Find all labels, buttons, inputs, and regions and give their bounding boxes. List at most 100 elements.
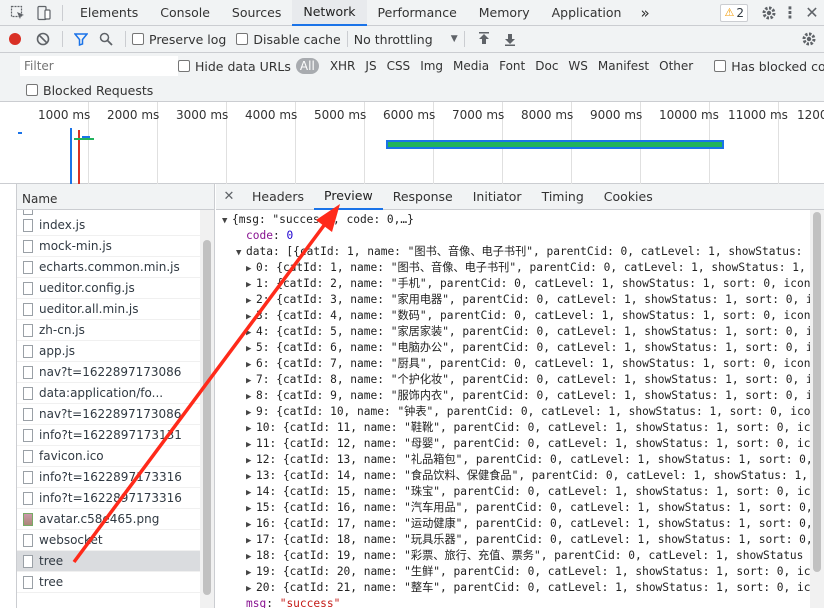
filter-icon[interactable] xyxy=(69,32,93,46)
json-array-item[interactable]: ▶ 18: {catId: 19, name: "彩票、旅行、充值、票务", pa… xyxy=(216,548,824,564)
json-array-item[interactable]: ▶ 13: {catId: 14, name: "食品饮料、保健食品", pare… xyxy=(216,468,824,484)
settings-gear-icon[interactable] xyxy=(758,5,780,21)
json-array-item[interactable]: ▶ 12: {catId: 13, name: "礼品箱包", parentCid… xyxy=(216,452,824,468)
json-array-item[interactable]: ▶ 0: {catId: 1, name: "图书、音像、电子书刊", paren… xyxy=(216,260,824,276)
json-array-item[interactable]: ▶ 17: {catId: 18, name: "玩具乐器", parentCid… xyxy=(216,532,824,548)
json-array-item[interactable]: ▶ 9: {catId: 10, name: "钟表", parentCid: 0… xyxy=(216,404,824,420)
request-row[interactable]: nav?t=1622897173086 xyxy=(17,362,214,383)
tab-memory[interactable]: Memory xyxy=(468,0,541,26)
inspect-element-icon[interactable] xyxy=(4,5,32,21)
json-array-item[interactable]: ▶ 15: {catId: 16, name: "汽车用品", parentCid… xyxy=(216,500,824,516)
request-row[interactable]: avatar.c58e465.png xyxy=(17,509,214,530)
expand-triangle-icon[interactable]: ▶ xyxy=(246,389,256,405)
json-array-item[interactable]: ▶ 1: {catId: 2, name: "手机", parentCid: 0,… xyxy=(216,276,824,292)
type-filter-css[interactable]: CSS xyxy=(383,58,415,74)
import-har-icon[interactable] xyxy=(471,32,497,46)
detail-tab-response[interactable]: Response xyxy=(383,184,463,210)
network-settings-gear-icon[interactable] xyxy=(794,31,824,47)
detail-tab-initiator[interactable]: Initiator xyxy=(463,184,532,210)
expand-triangle-icon[interactable]: ▶ xyxy=(246,453,256,469)
expand-triangle-icon[interactable]: ▶ xyxy=(246,581,256,597)
tab-elements[interactable]: Elements xyxy=(69,0,149,26)
json-array-item[interactable]: ▶ 8: {catId: 9, name: "服饰内衣", parentCid: … xyxy=(216,388,824,404)
search-icon[interactable] xyxy=(93,32,119,46)
detail-tab-headers[interactable]: Headers xyxy=(242,184,314,210)
request-row[interactable]: tree xyxy=(17,572,214,593)
expand-triangle-icon[interactable]: ▶ xyxy=(246,517,256,533)
detail-tab-cookies[interactable]: Cookies xyxy=(594,184,663,210)
request-row[interactable]: info?t=1622897173131 xyxy=(17,425,214,446)
json-array-item[interactable]: ▶ 10: {catId: 11, name: "鞋靴", parentCid: … xyxy=(216,420,824,436)
timeline-overview[interactable]: 1000 ms 2000 ms 3000 ms 4000 ms 5000 ms 6000 … xyxy=(0,102,824,184)
expand-triangle-icon[interactable]: ▶ xyxy=(246,357,256,373)
expand-triangle-icon[interactable]: ▶ xyxy=(246,405,256,421)
expand-triangle-icon[interactable]: ▶ xyxy=(246,293,256,309)
expand-triangle-icon[interactable]: ▶ xyxy=(246,309,256,325)
expand-triangle-icon[interactable]: ▶ xyxy=(246,469,256,485)
request-row[interactable]: data:application/fo... xyxy=(17,383,214,404)
warnings-badge[interactable]: ⚠ 2 xyxy=(720,3,748,22)
filter-input[interactable] xyxy=(20,56,178,76)
request-row[interactable]: mock-min.js xyxy=(17,236,214,257)
type-filter-ws[interactable]: WS xyxy=(564,58,591,74)
request-row[interactable]: echarts.common.min.js xyxy=(17,257,214,278)
close-detail-icon[interactable]: ✕ xyxy=(216,189,242,204)
throttling-select[interactable]: No throttling ▼ xyxy=(354,32,458,47)
type-filter-manifest[interactable]: Manifest xyxy=(594,58,653,74)
preview-scrollbar[interactable] xyxy=(810,210,824,608)
detail-tab-preview[interactable]: Preview xyxy=(314,184,383,210)
export-har-icon[interactable] xyxy=(497,32,523,46)
more-options-icon[interactable]: ⋮ xyxy=(780,3,800,22)
checkbox-box[interactable] xyxy=(714,60,727,72)
expand-triangle-icon[interactable]: ▶ xyxy=(246,421,256,437)
json-array-item[interactable]: ▶ 11: {catId: 12, name: "母婴", parentCid: … xyxy=(216,436,824,452)
expand-triangle-icon[interactable]: ▶ xyxy=(246,565,256,581)
collapse-triangle-icon[interactable]: ▼ xyxy=(222,213,232,229)
preserve-log-checkbox[interactable]: Preserve log xyxy=(132,32,226,47)
blocked-requests-checkbox[interactable]: Blocked Requests xyxy=(26,83,153,98)
json-array-item[interactable]: ▶ 4: {catId: 5, name: "家居家装", parentCid: … xyxy=(216,324,824,340)
request-row[interactable]: info?t=1622897173316 xyxy=(17,467,214,488)
detail-tab-timing[interactable]: Timing xyxy=(532,184,594,210)
request-row[interactable]: favicon.ico xyxy=(17,446,214,467)
expand-triangle-icon[interactable]: ▶ xyxy=(246,373,256,389)
collapse-triangle-icon[interactable]: ▼ xyxy=(236,245,246,261)
request-row[interactable]: index.js xyxy=(17,215,214,236)
json-array-item[interactable]: ▶ 2: {catId: 3, name: "家用电器", parentCid: … xyxy=(216,292,824,308)
request-list-scrollbar[interactable] xyxy=(200,210,214,608)
expand-triangle-icon[interactable]: ▶ xyxy=(246,341,256,357)
request-row[interactable]: nav?t=1622897173086 xyxy=(17,404,214,425)
type-filter-img[interactable]: Img xyxy=(416,58,447,74)
json-array-item[interactable]: ▶ 14: {catId: 15, name: "珠宝", parentCid: … xyxy=(216,484,824,500)
expand-triangle-icon[interactable]: ▶ xyxy=(246,501,256,517)
request-row[interactable]: app.js xyxy=(17,341,214,362)
request-row[interactable]: ueditor.all.min.js xyxy=(17,299,214,320)
json-root-row[interactable]: ▼ {msg: "success", code: 0,…} xyxy=(216,212,824,228)
request-row[interactable]: tree xyxy=(17,551,214,572)
expand-triangle-icon[interactable]: ▶ xyxy=(246,533,256,549)
checkbox-box[interactable] xyxy=(178,60,190,72)
checkbox-box[interactable] xyxy=(26,84,38,96)
tab-sources[interactable]: Sources xyxy=(221,0,292,26)
type-filter-other[interactable]: Other xyxy=(655,58,697,74)
type-filter-font[interactable]: Font xyxy=(495,58,529,74)
expand-triangle-icon[interactable]: ▶ xyxy=(246,485,256,501)
json-array-item[interactable]: ▶ 3: {catId: 4, name: "数码", parentCid: 0,… xyxy=(216,308,824,324)
type-filter-all[interactable]: All xyxy=(295,58,319,74)
tab-network[interactable]: Network xyxy=(292,0,367,26)
type-filter-js[interactable]: JS xyxy=(361,58,380,74)
json-array-item[interactable]: ▶ 5: {catId: 6, name: "电脑办公", parentCid: … xyxy=(216,340,824,356)
request-row[interactable]: websocket xyxy=(17,530,214,551)
type-filter-doc[interactable]: Doc xyxy=(531,58,562,74)
type-filter-media[interactable]: Media xyxy=(449,58,493,74)
request-row[interactable]: info?t=1622897173316 xyxy=(17,488,214,509)
request-row[interactable]: ueditor.config.js xyxy=(17,278,214,299)
hide-data-urls-checkbox[interactable]: Hide data URLs xyxy=(178,59,291,74)
expand-triangle-icon[interactable]: ▶ xyxy=(246,261,256,277)
json-array-item[interactable]: ▶ 6: {catId: 7, name: "厨具", parentCid: 0,… xyxy=(216,356,824,372)
record-icon[interactable] xyxy=(0,32,30,46)
checkbox-box[interactable] xyxy=(132,33,144,45)
clear-icon[interactable] xyxy=(30,32,56,46)
device-toolbar-icon[interactable] xyxy=(32,5,56,21)
request-row[interactable]: zh-cn.js xyxy=(17,320,214,341)
